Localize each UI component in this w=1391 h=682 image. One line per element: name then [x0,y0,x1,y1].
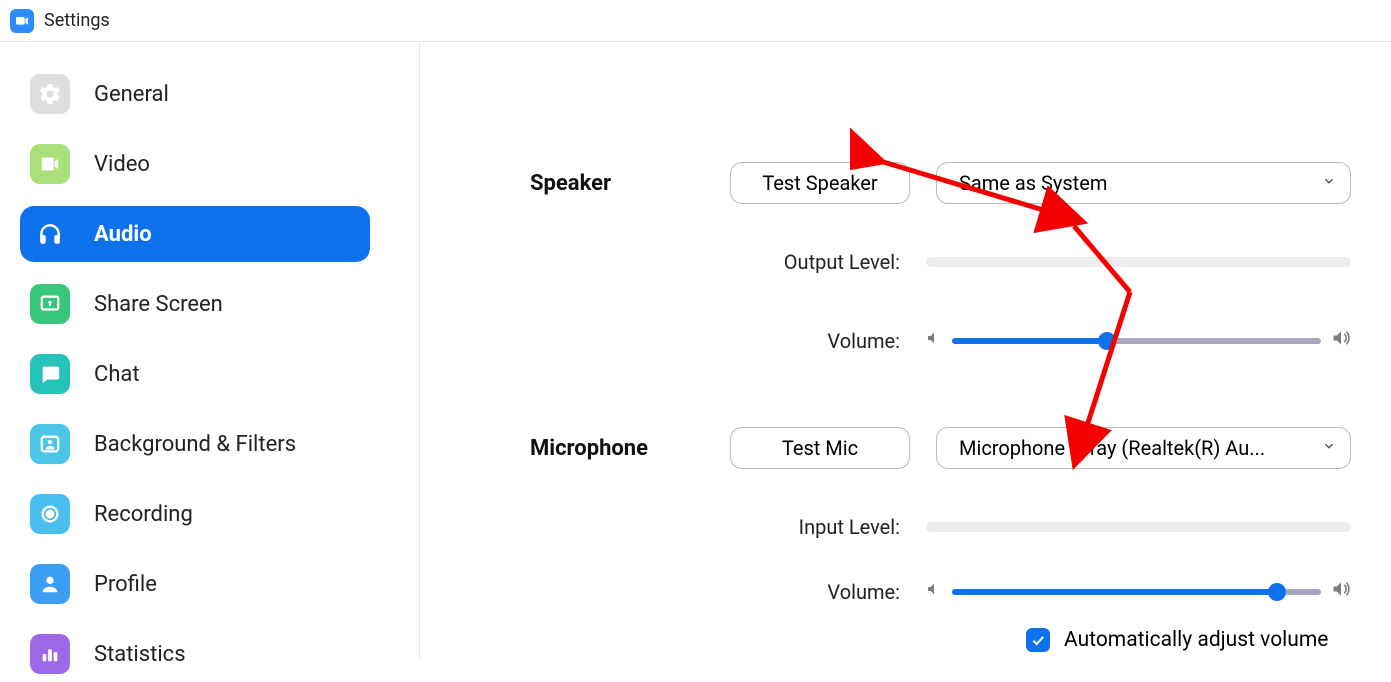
settings-sidebar: General Video Audio Share Screen Chat [0,42,420,658]
speaker-heading: Speaker [530,171,730,196]
video-icon [30,144,70,184]
sidebar-item-recording[interactable]: Recording [20,486,370,542]
window-title: Settings [44,10,110,31]
sidebar-item-share-screen[interactable]: Share Screen [20,276,370,332]
sidebar-item-label: Share Screen [94,292,223,317]
settings-content: Speaker Test Speaker Same as System Outp… [420,42,1391,658]
test-mic-button[interactable]: Test Mic [730,427,910,469]
speaker-low-icon [926,581,942,602]
input-level-label: Input Level: [730,515,900,539]
chevron-down-icon [1322,174,1336,192]
headphones-icon [30,214,70,254]
microphone-device-dropdown[interactable]: Microphone Array (Realtek(R) Au... [936,427,1351,469]
speaker-device-dropdown[interactable]: Same as System [936,162,1351,204]
speaker-high-icon [1331,328,1351,353]
sidebar-item-video[interactable]: Video [20,136,370,192]
sidebar-item-profile[interactable]: Profile [20,556,370,612]
sidebar-item-label: Chat [94,362,140,387]
sidebar-item-label: Audio [94,222,152,247]
microphone-heading: Microphone [530,436,730,461]
mic-volume-label: Volume: [730,580,900,604]
input-level-meter [926,522,1351,532]
sidebar-item-label: Statistics [94,642,186,667]
speaker-low-icon [926,330,942,351]
statistics-icon [30,634,70,674]
chat-icon [30,354,70,394]
mic-volume-slider[interactable] [926,579,1351,604]
share-screen-icon [30,284,70,324]
gear-icon [30,74,70,114]
sidebar-item-audio[interactable]: Audio [20,206,370,262]
test-speaker-button[interactable]: Test Speaker [730,162,910,204]
record-icon [30,494,70,534]
sidebar-item-label: Recording [94,502,193,527]
speaker-high-icon [1331,579,1351,604]
output-level-meter [926,257,1351,267]
sidebar-item-label: Profile [94,572,157,597]
sidebar-item-background-filters[interactable]: Background & Filters [20,416,370,472]
sidebar-item-label: General [94,82,169,107]
sidebar-item-label: Background & Filters [94,432,296,457]
window-header: Settings [0,0,1391,42]
background-icon [30,424,70,464]
chevron-down-icon [1322,439,1336,457]
auto-adjust-volume-checkbox[interactable] [1026,628,1050,652]
speaker-device-value: Same as System [959,171,1107,195]
sidebar-item-chat[interactable]: Chat [20,346,370,402]
sidebar-item-label: Video [94,152,150,177]
auto-adjust-volume-label: Automatically adjust volume [1064,628,1328,652]
sidebar-item-general[interactable]: General [20,66,370,122]
profile-icon [30,564,70,604]
speaker-volume-label: Volume: [730,329,900,353]
microphone-device-value: Microphone Array (Realtek(R) Au... [959,436,1265,460]
sidebar-item-statistics[interactable]: Statistics [20,626,370,682]
speaker-volume-slider[interactable] [926,328,1351,353]
output-level-label: Output Level: [730,250,900,274]
app-logo-icon [10,9,34,33]
